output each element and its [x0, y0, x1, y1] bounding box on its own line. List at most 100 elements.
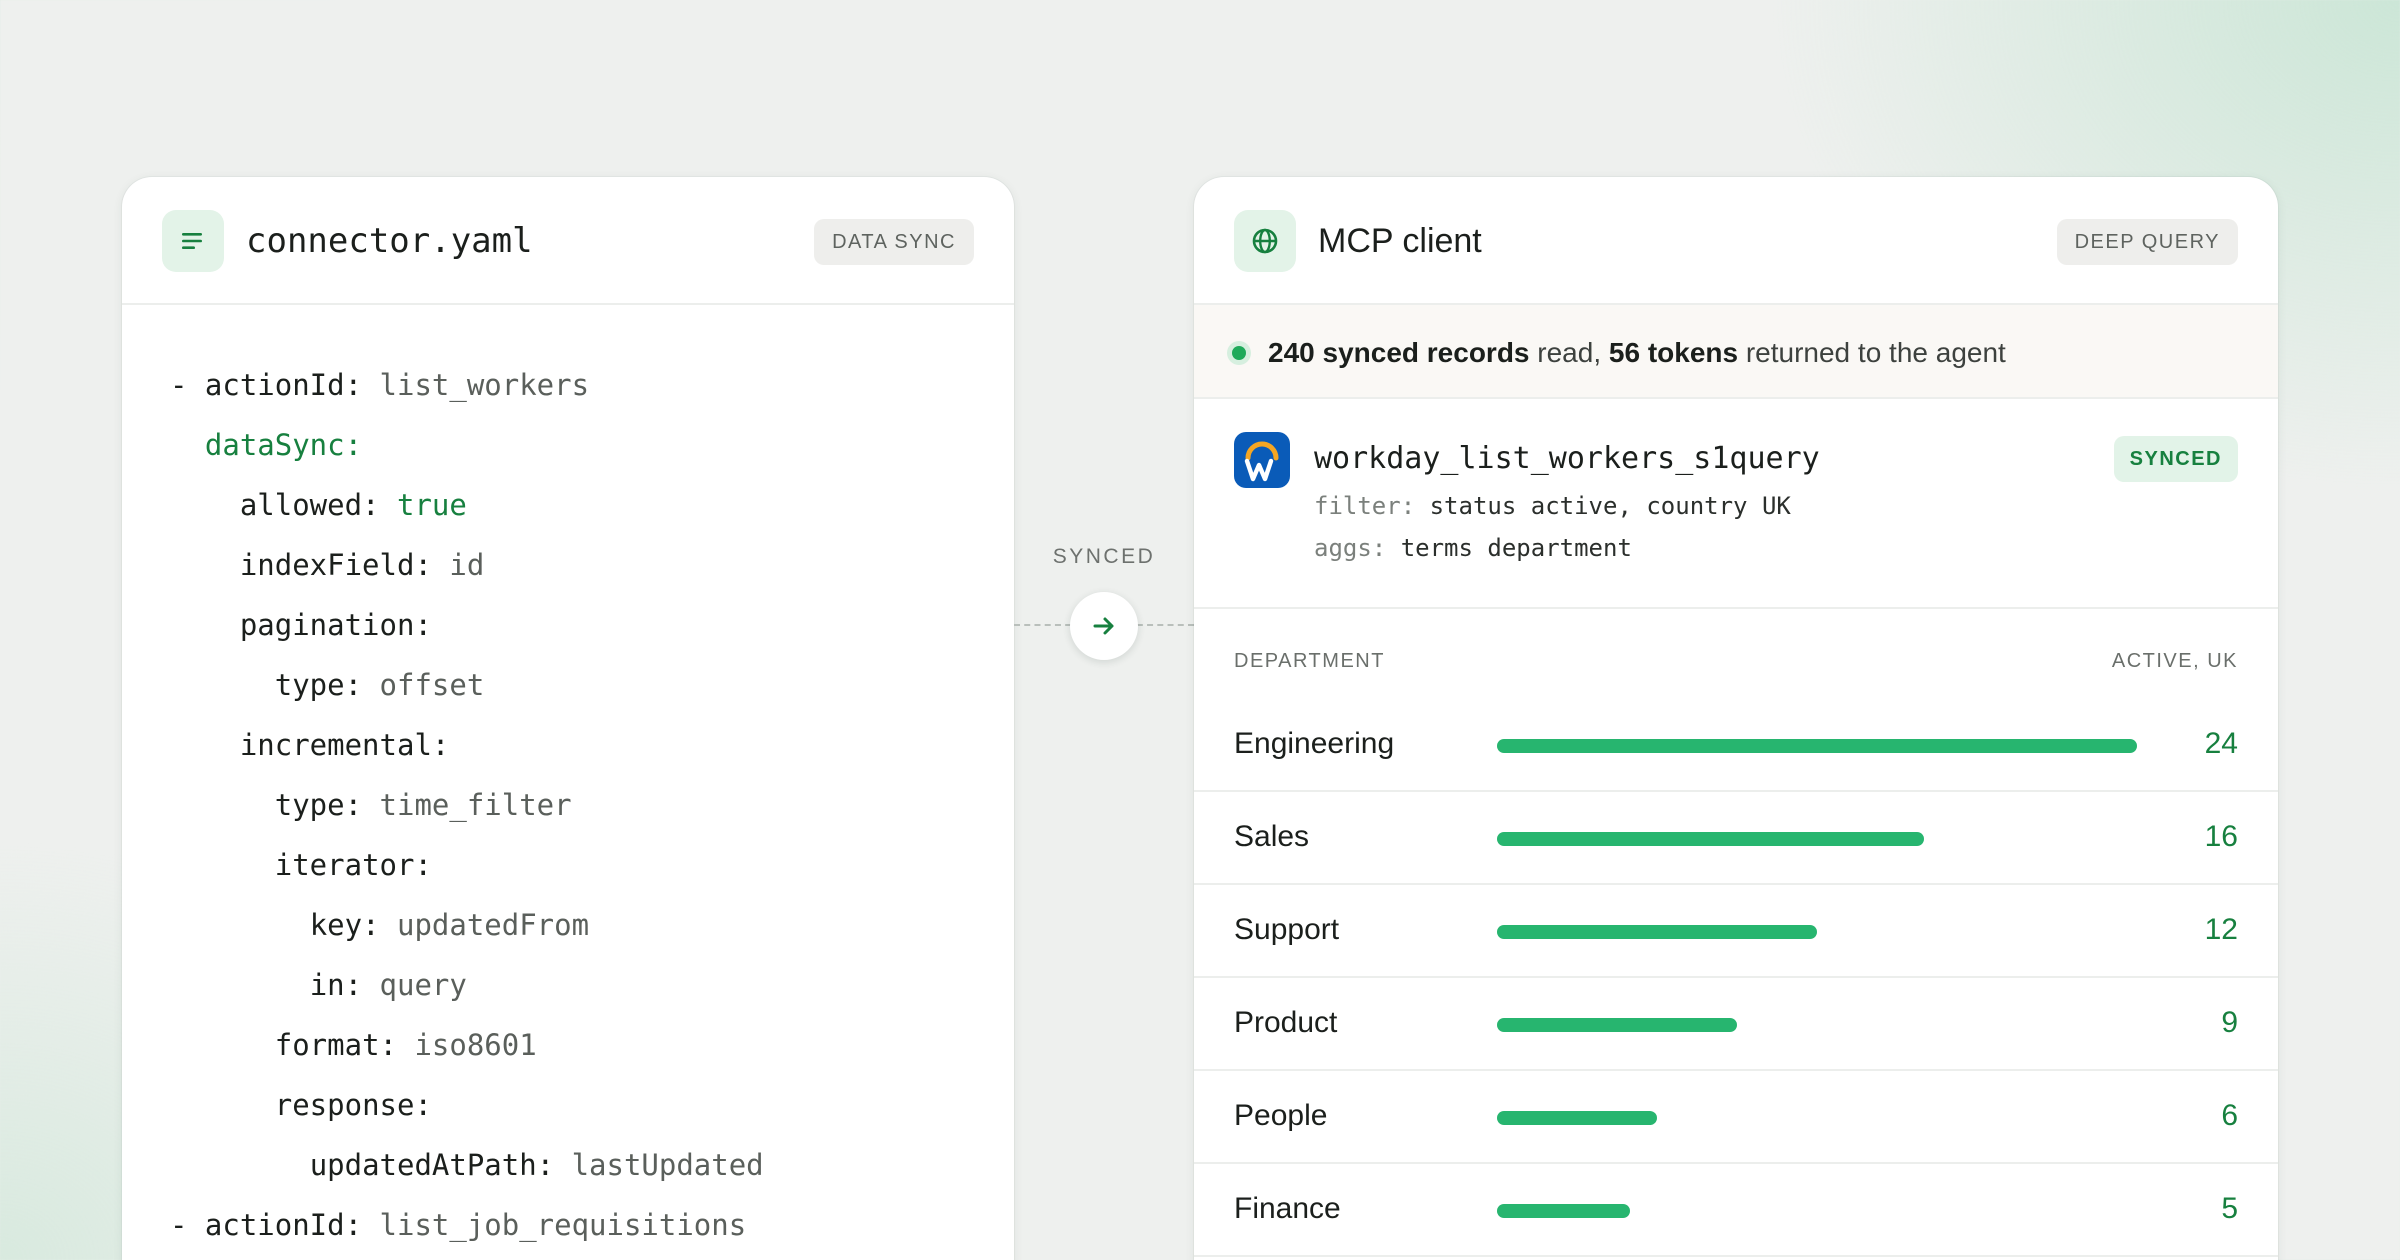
count-bar: [1497, 1018, 1737, 1032]
yaml-code-block: - actionId: list_workers dataSync: allow…: [170, 355, 764, 1255]
query-block: workday_list_workers_s1query SYNCED filt…: [1194, 399, 2278, 609]
department-row[interactable]: Product 9: [1194, 978, 2278, 1071]
connector-yaml-card: connector.yaml DATA SYNC - actionId: lis…: [122, 177, 1014, 1260]
yaml-indent: [170, 908, 310, 942]
count-bar: [1497, 1111, 1657, 1125]
yaml-line: indexField: id: [170, 535, 764, 595]
yaml-indent: [170, 668, 275, 702]
yaml-key: - actionId:: [170, 368, 363, 402]
filter-key: filter:: [1314, 492, 1416, 520]
yaml-key: allowed:: [239, 488, 380, 522]
arrow-right-icon: [1093, 617, 1114, 635]
department-count: 24: [2204, 727, 2238, 760]
yaml-key: dataSync:: [204, 428, 363, 462]
tokens-count: 56 tokens: [1608, 337, 1739, 368]
yaml-value: offset: [362, 668, 485, 702]
yaml-indent: [170, 488, 240, 522]
tail-text: returned to the agent: [1738, 337, 2006, 368]
yaml-line: in: query: [170, 955, 764, 1015]
yaml-line: response:: [170, 1075, 764, 1135]
yaml-key: in:: [309, 968, 363, 1002]
yaml-indent: [170, 608, 240, 642]
yaml-line: - actionId: list_job_requisitions: [170, 1195, 764, 1255]
yaml-indent: [170, 1088, 275, 1122]
yaml-indent: [170, 728, 240, 762]
department-name: Sales: [1234, 820, 1310, 853]
bar-track: [1497, 1018, 2137, 1032]
filter-value: status active, country UK: [1415, 492, 1791, 520]
yaml-key: format:: [274, 1028, 397, 1062]
read-text: read,: [1529, 337, 1609, 368]
yaml-value: true: [379, 488, 467, 522]
card-header: connector.yaml DATA SYNC: [122, 177, 1014, 305]
count-bar: [1497, 1204, 1631, 1218]
yaml-indent: [170, 548, 240, 582]
yaml-line: - actionId: list_workers: [170, 355, 764, 415]
yaml-line: type: time_filter: [170, 775, 764, 835]
yaml-line: dataSync:: [170, 415, 764, 475]
card-header: MCP client DEEP QUERY: [1194, 177, 2278, 305]
count-bar: [1497, 925, 1817, 939]
department-count: 12: [2204, 913, 2238, 946]
list-lines-icon: [162, 210, 224, 272]
yaml-value: updatedFrom: [379, 908, 590, 942]
department-row[interactable]: People 6: [1194, 1071, 2278, 1164]
yaml-key: - actionId:: [170, 1208, 363, 1242]
department-name: Engineering: [1234, 727, 1395, 760]
mcp-client-card: MCP client DEEP QUERY 240 synced records…: [1194, 177, 2278, 1260]
file-title: connector.yaml: [246, 221, 533, 261]
yaml-line: pagination:: [170, 595, 764, 655]
bar-track: [1497, 832, 2137, 846]
department-count: 9: [2221, 1006, 2238, 1039]
aggs-line: aggs: terms department: [1314, 531, 1632, 565]
workday-logo-icon: [1234, 432, 1290, 488]
yaml-value: lastUpdated: [554, 1148, 764, 1182]
yaml-key: response:: [274, 1088, 432, 1122]
yaml-line: iterator:: [170, 835, 764, 895]
yaml-indent: [170, 788, 275, 822]
deep-query-badge: DEEP QUERY: [2056, 219, 2238, 265]
department-name: Support: [1234, 913, 1340, 946]
bar-track: [1497, 739, 2137, 753]
client-title: MCP client: [1318, 222, 1482, 260]
department-count: 16: [2204, 820, 2238, 853]
department-row[interactable]: Engineering 24: [1194, 699, 2278, 792]
count-bar: [1497, 832, 1924, 846]
yaml-line: type: offset: [170, 655, 764, 715]
yaml-indent: [170, 968, 310, 1002]
yaml-key: iterator:: [274, 848, 432, 882]
yaml-value: list_workers: [362, 368, 590, 402]
filter-line: filter: status active, country UK: [1314, 489, 1791, 523]
department-column-header: DEPARTMENT: [1234, 650, 1385, 672]
department-rows: Engineering 24 Sales 16 Support 12 Product 9 Peo…: [1194, 699, 2278, 1257]
yaml-key: incremental:: [239, 728, 450, 762]
department-count: 5: [2221, 1192, 2238, 1225]
yaml-indent: [170, 848, 275, 882]
yaml-indent: [170, 1148, 310, 1182]
query-name: workday_list_workers_s1query: [1314, 441, 1820, 476]
bar-track: [1497, 1111, 2137, 1125]
department-row[interactable]: Finance 5: [1194, 1164, 2278, 1257]
department-name: Product: [1234, 1006, 1338, 1039]
yaml-line: allowed: true: [170, 475, 764, 535]
records-count: 240 synced records: [1268, 337, 1530, 368]
status-bar: 240 synced records read, 56 tokens retur…: [1194, 305, 2278, 399]
sync-arrow-button[interactable]: [1070, 592, 1138, 660]
yaml-line: incremental:: [170, 715, 764, 775]
status-text: 240 synced records read, 56 tokens retur…: [1268, 334, 2006, 372]
yaml-key: type:: [274, 668, 363, 702]
department-name: People: [1234, 1099, 1328, 1132]
yaml-indent: [170, 428, 205, 462]
yaml-line: format: iso8601: [170, 1015, 764, 1075]
yaml-value: id: [431, 548, 485, 582]
yaml-value: iso8601: [396, 1028, 537, 1062]
active-uk-column-header: ACTIVE, UK: [2111, 650, 2238, 672]
data-sync-badge: DATA SYNC: [814, 219, 974, 265]
yaml-line: updatedAtPath: lastUpdated: [170, 1135, 764, 1195]
department-count: 6: [2221, 1099, 2238, 1132]
synced-label: SYNCED: [1052, 545, 1156, 568]
department-row[interactable]: Sales 16: [1194, 792, 2278, 885]
department-row[interactable]: Support 12: [1194, 885, 2278, 978]
department-name: Finance: [1234, 1192, 1341, 1225]
count-bar: [1497, 739, 2137, 753]
